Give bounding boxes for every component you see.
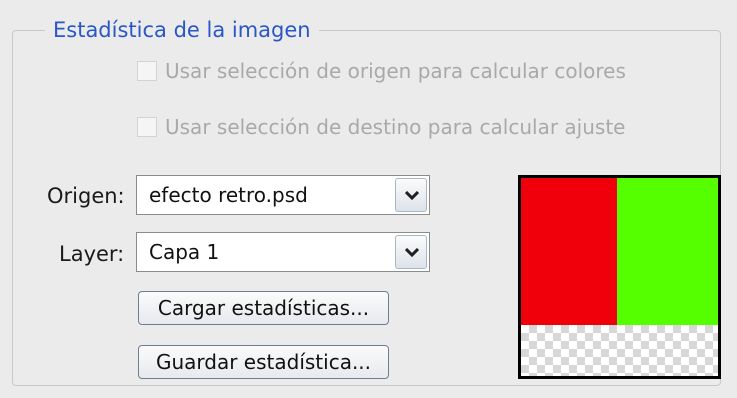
preview-red-swatch: [521, 178, 617, 325]
layer-dropdown-button[interactable]: [395, 235, 427, 269]
color-preview: [518, 175, 721, 379]
source-value: efecto retro.psd: [149, 183, 308, 207]
save-statistics-button[interactable]: Guardar estadística...: [138, 345, 389, 379]
layer-value: Capa 1: [149, 240, 220, 264]
layer-label: Layer:: [59, 242, 125, 266]
load-statistics-button[interactable]: Cargar estadísticas...: [138, 291, 389, 325]
source-label: Origen:: [47, 184, 125, 208]
chevron-down-icon: [405, 248, 419, 258]
use-target-selection-label: Usar selección de destino para calcular …: [165, 115, 626, 139]
layer-dropdown[interactable]: Capa 1: [136, 232, 430, 272]
use-source-selection-checkbox[interactable]: [137, 61, 157, 81]
use-target-selection-checkbox[interactable]: [137, 117, 157, 137]
use-source-selection-label: Usar selección de origen para calcular c…: [165, 59, 626, 83]
preview-green-swatch: [617, 178, 718, 325]
source-dropdown[interactable]: efecto retro.psd: [136, 175, 430, 215]
preview-transparency-pattern: [521, 325, 718, 376]
chevron-down-icon: [405, 191, 419, 201]
source-dropdown-button[interactable]: [395, 178, 427, 212]
use-source-selection-option[interactable]: Usar selección de origen para calcular c…: [137, 57, 626, 85]
group-title: Estadística de la imagen: [45, 16, 319, 44]
use-target-selection-option[interactable]: Usar selección de destino para calcular …: [137, 113, 625, 141]
